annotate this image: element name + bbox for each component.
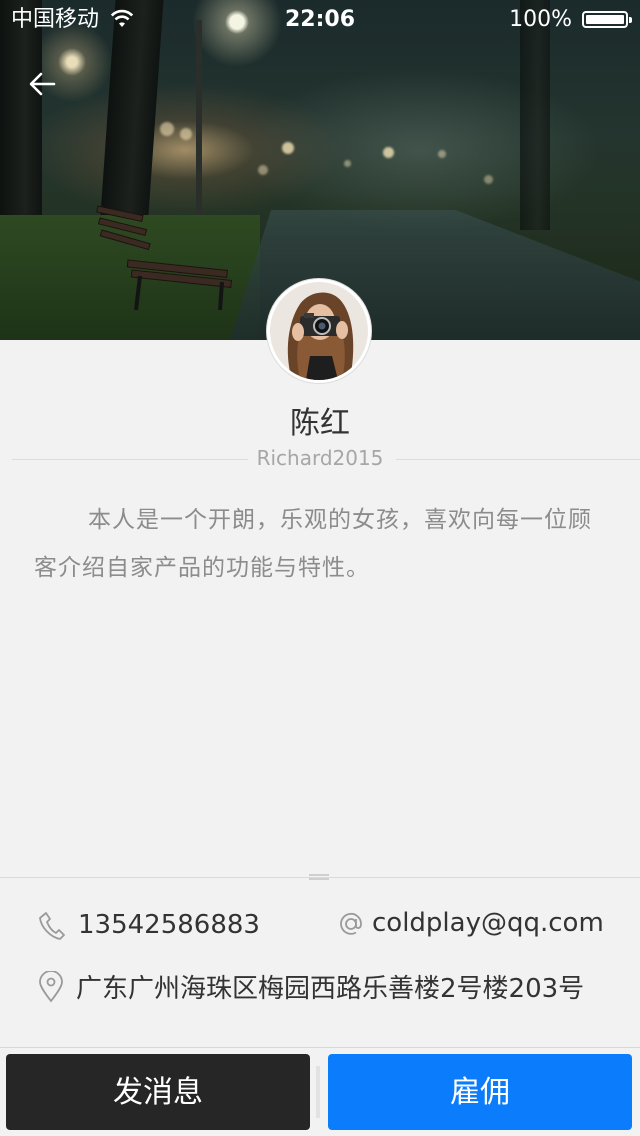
phone-icon: [39, 912, 65, 940]
back-arrow-icon[interactable]: [26, 66, 62, 102]
email-address: coldplay@qq.com: [372, 908, 604, 938]
address-row[interactable]: 广东广州海珠区梅园西路乐善楼2号楼203号: [38, 968, 584, 1005]
send-message-button[interactable]: 发消息: [6, 1054, 310, 1130]
profile-bio: 本人是一个开朗，乐观的女孩，喜欢向每一位顾客介绍自家产品的功能与特性。: [34, 507, 592, 581]
avatar[interactable]: [267, 279, 371, 383]
status-bar: 中国移动 22:06 100%: [0, 0, 640, 40]
drag-handle-icon[interactable]: [309, 874, 329, 880]
location-pin-icon: [39, 970, 63, 1002]
phone-row[interactable]: 13542586883: [38, 910, 260, 940]
address-text: 广东广州海珠区梅园西路乐善楼2号楼203号: [76, 974, 585, 1004]
phone-number: 13542586883: [78, 910, 260, 940]
battery-percent: 100%: [509, 7, 572, 32]
button-separator: [316, 1066, 320, 1118]
battery-icon: [582, 11, 632, 28]
action-bar-divider: [0, 1047, 640, 1048]
park-bench: [96, 205, 233, 311]
hire-button[interactable]: 雇佣: [328, 1054, 632, 1130]
at-sign-icon: [340, 912, 362, 935]
avatar-photo: [270, 282, 368, 380]
profile-name: 陈红: [290, 406, 350, 441]
email-row[interactable]: coldplay@qq.com: [338, 908, 604, 938]
profile-username: Richard2015: [256, 446, 384, 470]
